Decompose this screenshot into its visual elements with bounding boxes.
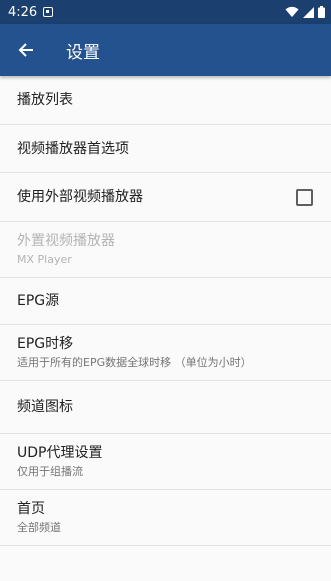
setting-summary: 全部频道 [17, 520, 61, 534]
external-player-checkbox[interactable] [296, 188, 313, 206]
setting-summary: 仅用于组播流 [17, 464, 83, 478]
setting-title: 视频播放器首选项 [17, 140, 129, 157]
setting-title: 外置视频播放器 [17, 232, 115, 249]
notification-icon [43, 7, 54, 17]
setting-use-external-player[interactable]: 使用外部视频播放器 [0, 173, 331, 222]
status-time: 4:26 [8, 4, 38, 20]
setting-title: 使用外部视频播放器 [17, 189, 143, 205]
setting-external-player: 外置视频播放器 MX Player [0, 222, 331, 278]
setting-home-page[interactable]: 首页 全部频道 [0, 490, 331, 546]
setting-summary: 适用于所有的EPG数据全球时移 （单位为小时） [17, 355, 252, 369]
back-arrow-icon [18, 43, 33, 57]
setting-video-player-preferences[interactable]: 视频播放器首选项 [0, 125, 331, 173]
setting-title: UDP代理设置 [17, 444, 103, 461]
cell-signal-icon [303, 6, 314, 18]
setting-title: 首页 [17, 500, 45, 517]
wifi-icon [285, 6, 299, 17]
setting-title: 播放列表 [17, 92, 73, 108]
back-button[interactable] [0, 24, 52, 76]
battery-icon [318, 6, 325, 18]
setting-playlist[interactable]: 播放列表 [0, 76, 331, 125]
status-bar: 4:26 [0, 0, 331, 24]
setting-title: EPG源 [17, 293, 60, 309]
setting-title: EPG时移 [17, 335, 74, 352]
status-icons [285, 6, 325, 18]
setting-title: 频道图标 [17, 399, 73, 415]
setting-channel-icons[interactable]: 频道图标 [0, 381, 331, 434]
page-title: 设置 [66, 42, 100, 63]
settings-list: 播放列表 视频播放器首选项 使用外部视频播放器 外置视频播放器 MX Playe… [0, 76, 331, 546]
setting-epg-source[interactable]: EPG源 [0, 278, 331, 325]
setting-epg-timeshift[interactable]: EPG时移 适用于所有的EPG数据全球时移 （单位为小时） [0, 325, 331, 381]
setting-udp-proxy[interactable]: UDP代理设置 仅用于组播流 [0, 434, 331, 490]
app-bar: 设置 [0, 24, 331, 76]
setting-summary: MX Player [17, 252, 72, 266]
